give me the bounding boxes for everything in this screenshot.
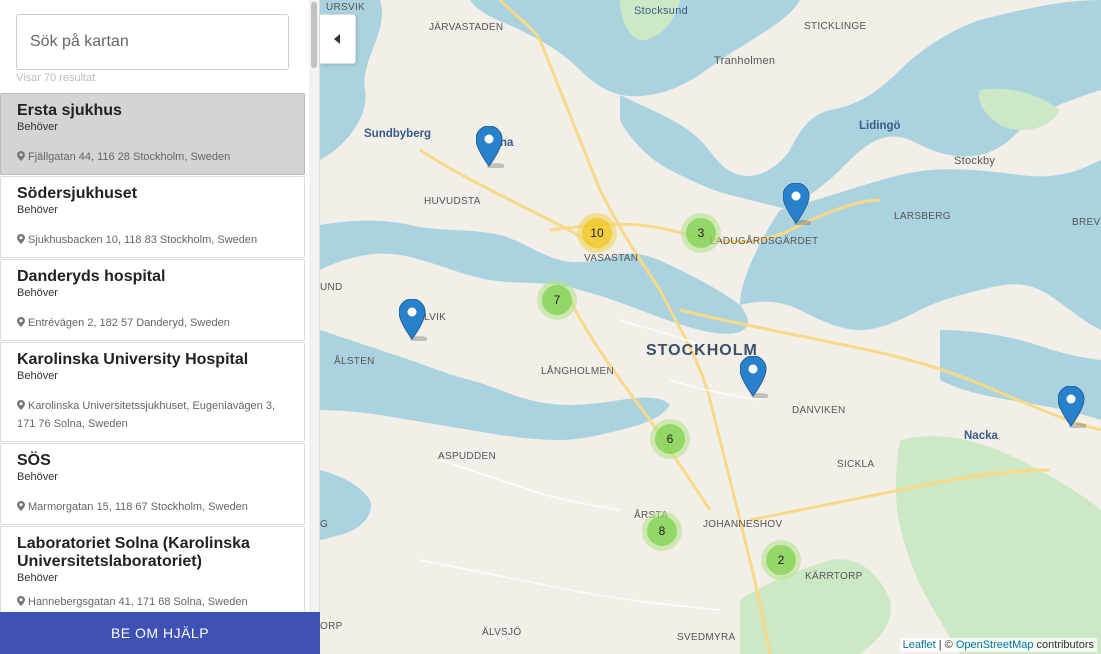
scrollbar[interactable] (309, 0, 319, 612)
search-box (16, 14, 289, 70)
item-name: Laboratoriet Solna (Karolinska Universit… (17, 535, 250, 570)
map-pin-icon (17, 596, 25, 606)
map[interactable]: URSVIK JÄRVASTADEN Stocksund STICKLINGE … (320, 0, 1101, 654)
results-list: Ersta sjukhus Behöver Fjällgatan 44, 116… (0, 93, 305, 621)
place-label: G (320, 519, 329, 530)
place-label: SICKLA (837, 459, 875, 470)
place-label: SVEDMYRA (677, 632, 736, 643)
item-status: Behöver (17, 121, 58, 133)
list-item[interactable]: Laboratoriet Solna (Karolinska Universit… (0, 526, 305, 620)
list-item[interactable]: Södersjukhuset Behöver Sjukhusbacken 10,… (0, 176, 305, 258)
place-label: STICKLINGE (804, 21, 867, 32)
scroll-thumb[interactable] (311, 2, 317, 68)
list-item[interactable]: SÖS Behöver Marmorgatan 15, 118 67 Stock… (0, 443, 305, 525)
place-label: BREVI (1072, 217, 1101, 228)
cluster-marker[interactable]: 7 (537, 280, 577, 320)
place-label: Lidingö (859, 120, 901, 132)
map-pin-icon (17, 234, 25, 244)
item-status: Behöver (17, 471, 58, 483)
cluster-marker[interactable]: 3 (681, 213, 721, 253)
place-label: LÅNGHOLMEN (541, 366, 615, 377)
map-marker-icon[interactable] (476, 126, 504, 168)
item-name: Ersta sjukhus (17, 102, 122, 119)
item-address: Entrévägen 2, 182 57 Danderyd, Sweden (17, 314, 244, 332)
map-pin-icon (17, 317, 25, 327)
item-status: Behöver (17, 204, 58, 216)
list-item[interactable]: Karolinska University Hospital Behöver K… (0, 342, 305, 442)
cluster-marker[interactable]: 8 (642, 511, 682, 551)
item-name: Danderyds hospital (17, 268, 166, 285)
place-label: HUVUDSTA (424, 196, 481, 207)
place-label: KÄRRTORP (805, 571, 863, 582)
collapse-sidebar-button[interactable] (320, 14, 356, 64)
place-label: ASPUDDEN (438, 451, 496, 462)
item-name: Södersjukhuset (17, 185, 138, 202)
item-address: Marmorgatan 15, 118 67 Stockholm, Sweden (17, 498, 262, 516)
item-address: Sjukhusbacken 10, 118 83 Stockholm, Swed… (17, 231, 271, 249)
item-status: Behöver (17, 370, 58, 382)
cluster-marker[interactable]: 10 (577, 213, 617, 253)
place-label: Nacka (964, 430, 998, 442)
item-address: Fjällgatan 44, 116 28 Stockholm, Sweden (17, 148, 244, 166)
map-pin-icon (17, 151, 25, 161)
map-marker-icon[interactable] (740, 356, 768, 398)
place-label: DANVIKEN (792, 405, 846, 416)
map-attribution: Leaflet | © OpenStreetMap contributors (899, 638, 1097, 652)
request-help-button[interactable]: BE OM HJÄLP (0, 612, 320, 654)
map-marker-icon[interactable] (399, 299, 427, 341)
list-item[interactable]: Ersta sjukhus Behöver Fjällgatan 44, 116… (0, 93, 305, 175)
place-label: VASASTAN (584, 253, 639, 264)
place-label: JOHANNESHOV (703, 519, 783, 530)
place-label: LVIK (424, 312, 447, 323)
map-pin-icon (17, 400, 25, 410)
item-name: SÖS (17, 452, 51, 469)
item-address: Hannebergsgatan 41, 171 68 Solna, Sweden (17, 593, 262, 611)
place-label: Stocksund (634, 5, 689, 17)
place-label: LADUGÅRDSGÄRDET (710, 236, 819, 247)
list-item[interactable]: Danderyds hospital Behöver Entrévägen 2,… (0, 259, 305, 341)
map-base (320, 0, 1101, 654)
caret-left-icon (333, 34, 340, 44)
place-label: ÅLSTEN (334, 356, 375, 367)
result-count: Visar 70 resultat (16, 72, 96, 84)
place-label: JÄRVASTADEN (429, 22, 504, 33)
cluster-marker[interactable]: 2 (761, 540, 801, 580)
item-status: Behöver (17, 572, 58, 584)
sidebar: Visar 70 resultat Ersta sjukhus Behöver … (0, 0, 320, 654)
place-label: LARSBERG (894, 211, 951, 222)
place-label: Sundbyberg (364, 128, 432, 140)
place-label: ORP (320, 621, 343, 632)
map-pin-icon (17, 501, 25, 511)
leaflet-link[interactable]: Leaflet (903, 639, 936, 651)
item-name: Karolinska University Hospital (17, 351, 249, 368)
place-label: URSVIK (326, 2, 366, 13)
search-input[interactable] (16, 14, 289, 70)
place-label: ÄLVSJÖ (482, 627, 522, 638)
item-status: Behöver (17, 287, 58, 299)
place-label: Tranholmen (714, 55, 776, 67)
map-marker-icon[interactable] (783, 183, 811, 225)
place-label: UND (320, 282, 343, 293)
cluster-marker[interactable]: 6 (650, 419, 690, 459)
map-marker-icon[interactable] (1058, 386, 1086, 428)
item-address: Karolinska Universitetssjukhuset, Eugeni… (17, 400, 276, 430)
osm-link[interactable]: OpenStreetMap (956, 639, 1034, 651)
place-label: Stockby (954, 155, 996, 167)
